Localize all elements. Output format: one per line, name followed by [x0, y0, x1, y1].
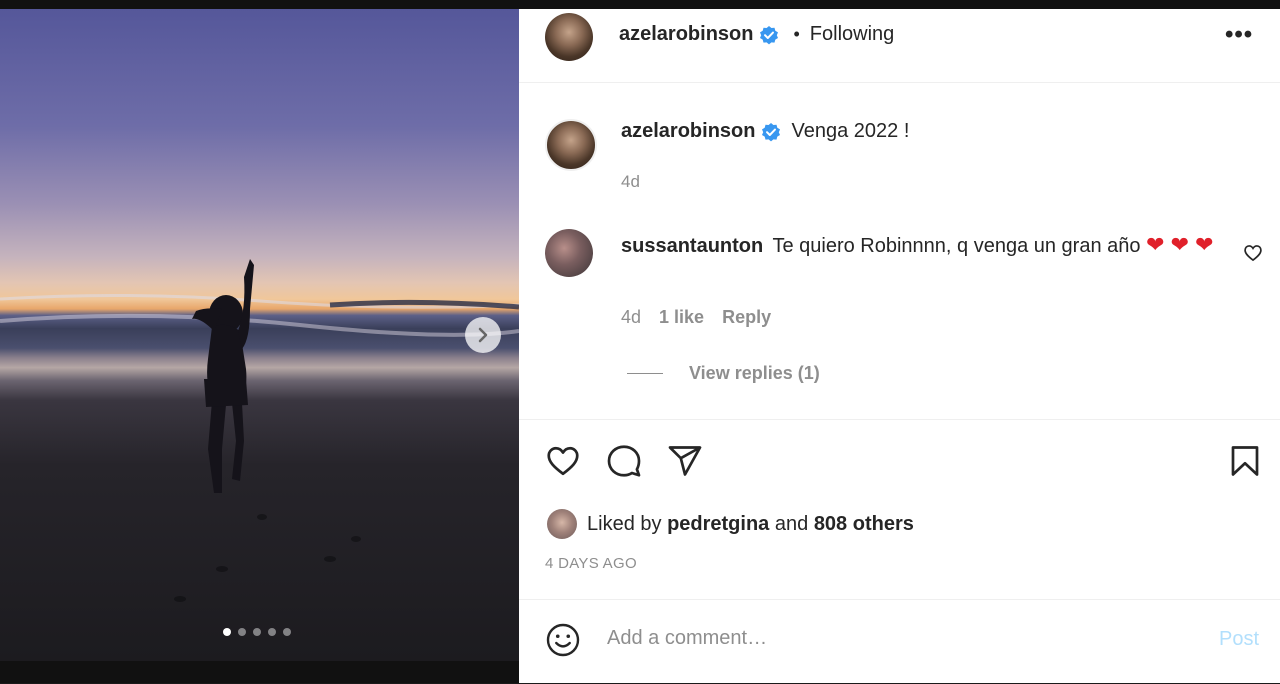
carousel-indicator — [223, 628, 291, 636]
carousel-dot — [268, 628, 276, 636]
comment-meta: 4d 1 like Reply — [621, 307, 771, 328]
caption-author-avatar[interactable] — [545, 119, 597, 171]
likes-others-count[interactable]: 808 others — [814, 513, 914, 536]
carousel-dot-active — [223, 628, 231, 636]
separator-dot: • — [793, 24, 800, 44]
liked-by-summary: Liked by pedretgina and 808 others — [547, 509, 914, 539]
post-caption: azelarobinson Venga 2022 ! — [621, 120, 909, 143]
liked-by-conjunction: and — [774, 512, 809, 535]
chevron-right-icon — [478, 327, 488, 343]
post-header: azelarobinson • Following ••• — [519, 9, 1280, 83]
window-bottom-bar — [0, 661, 519, 683]
caption-text: Venga 2022 ! — [791, 120, 910, 142]
author-avatar[interactable] — [545, 13, 593, 61]
commenter-avatar[interactable] — [545, 229, 593, 277]
view-replies-button[interactable]: View replies (1) — [627, 363, 820, 384]
liked-by-prefix: Liked by — [587, 512, 662, 535]
carousel-next-button[interactable] — [465, 317, 501, 353]
carousel-dot — [253, 628, 261, 636]
reply-button[interactable]: Reply — [722, 307, 771, 328]
following-button[interactable]: Following — [810, 23, 894, 46]
post-photo[interactable] — [0, 9, 519, 661]
comment-likes-count[interactable]: 1 like — [659, 307, 704, 328]
comment-like-heart-icon[interactable] — [1243, 243, 1263, 263]
comment-item: sussantaunton Te quiero Robinnnn, q veng… — [621, 231, 1221, 260]
comment-timestamp[interactable]: 4d — [621, 307, 641, 328]
author-username[interactable]: azelarobinson — [619, 23, 753, 46]
add-comment-input[interactable] — [605, 626, 1169, 651]
more-options-button[interactable]: ••• — [1225, 21, 1253, 49]
like-heart-icon[interactable] — [545, 443, 581, 479]
view-replies-label: View replies (1) — [689, 363, 820, 383]
save-bookmark-icon[interactable] — [1227, 443, 1263, 479]
heart-emojis: ❤ ❤ ❤ — [1146, 232, 1214, 257]
verified-badge-icon — [762, 122, 781, 141]
comment-bubble-icon[interactable] — [606, 443, 642, 479]
beach-sunset-image — [0, 259, 519, 602]
actions-divider — [519, 419, 1280, 420]
verified-badge-icon — [760, 25, 779, 44]
liker-avatar[interactable] — [547, 509, 577, 539]
carousel-dot — [238, 628, 246, 636]
caption-timestamp[interactable]: 4d — [621, 172, 640, 192]
add-comment-bar: Post — [519, 599, 1280, 684]
post-timestamp[interactable]: 4 DAYS AGO — [545, 555, 637, 572]
caption-author-username[interactable]: azelarobinson — [621, 120, 755, 143]
post-comment-button[interactable]: Post — [1219, 628, 1259, 651]
emoji-smiley-icon[interactable] — [545, 622, 581, 658]
commenter-username[interactable]: sussantaunton — [621, 235, 763, 257]
carousel-dot — [283, 628, 291, 636]
liker-username[interactable]: pedretgina — [667, 513, 769, 536]
window-top-bar — [0, 0, 1280, 9]
replies-divider-line — [627, 373, 663, 374]
share-paper-plane-icon[interactable] — [667, 443, 703, 479]
post-details-panel: azelarobinson • Following ••• azelarobin… — [519, 9, 1280, 683]
comment-text: Te quiero Robinnnn, q venga un gran año — [772, 235, 1141, 257]
